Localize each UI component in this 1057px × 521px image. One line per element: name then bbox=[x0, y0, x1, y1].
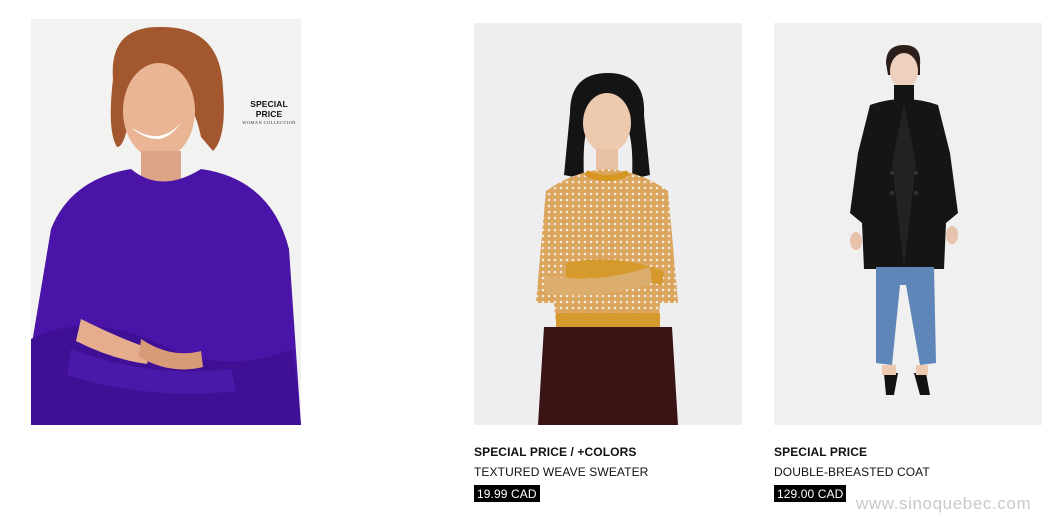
product-image-sweater[interactable] bbox=[474, 23, 742, 425]
model-mustard-sweater-photo bbox=[474, 23, 742, 425]
model-purple-sweater-photo bbox=[31, 19, 301, 425]
model-black-coat-photo bbox=[774, 23, 1042, 425]
product-image-coat[interactable] bbox=[774, 23, 1042, 425]
product-badge: SPECIAL PRICE / +COLORS bbox=[474, 445, 637, 459]
product-price: 19.99 CAD bbox=[474, 485, 540, 502]
product-name-link[interactable]: DOUBLE-BREASTED COAT bbox=[774, 465, 930, 480]
hero-tag-title: SPECIAL PRICE bbox=[250, 99, 288, 119]
hero-tag-subtitle: WOMAN COLLECTION bbox=[242, 120, 296, 125]
product-info-sweater: SPECIAL PRICE / +COLORS TEXTURED WEAVE S… bbox=[474, 445, 648, 503]
watermark-text: www.sinoquebec.com bbox=[856, 494, 1032, 513]
product-price: 129.00 CAD bbox=[774, 485, 847, 502]
hero-banner-image[interactable]: SPECIAL PRICE WOMAN COLLECTION bbox=[31, 19, 301, 425]
hero-tag: SPECIAL PRICE WOMAN COLLECTION bbox=[237, 99, 301, 125]
product-badge: SPECIAL PRICE bbox=[774, 445, 868, 459]
product-name-link[interactable]: TEXTURED WEAVE SWEATER bbox=[474, 465, 648, 480]
